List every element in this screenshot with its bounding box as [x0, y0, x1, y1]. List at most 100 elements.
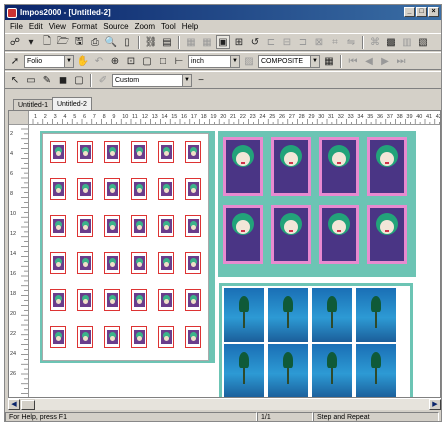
ocean-tile[interactable] — [312, 344, 352, 397]
menu-zoom[interactable]: Zoom — [132, 22, 158, 31]
thumbnail-cell[interactable] — [185, 289, 201, 311]
sheet-ocean-tiles[interactable] — [219, 283, 413, 397]
scroll-left-icon[interactable]: ◀ — [8, 399, 20, 410]
separations-icon[interactable]: ▦ — [322, 54, 336, 68]
chevron-down-icon[interactable]: ▼ — [310, 55, 319, 67]
poster-tile[interactable] — [223, 137, 263, 196]
step-repeat-icon[interactable]: ▣ — [216, 35, 230, 49]
thumbnail-cell[interactable] — [131, 178, 147, 200]
thumbnail-cell[interactable] — [131, 289, 147, 311]
thumbnail-cell[interactable] — [158, 252, 174, 274]
poster-tile[interactable] — [319, 205, 359, 264]
menu-view[interactable]: View — [46, 22, 69, 31]
flip-icon[interactable]: ⇋ — [344, 35, 358, 49]
thumbnail-cell[interactable] — [158, 215, 174, 237]
thumbnail-cell[interactable] — [185, 178, 201, 200]
thumbnail-cell[interactable] — [77, 252, 93, 274]
page-icon[interactable]: ▯ — [120, 35, 134, 49]
minimize-button[interactable]: _ — [404, 7, 415, 17]
align-left-icon[interactable]: ⊏ — [264, 35, 278, 49]
text-tool-icon[interactable]: ▭ — [24, 73, 38, 87]
link-icon[interactable]: ⛓ — [144, 35, 158, 49]
menu-edit[interactable]: Edit — [26, 22, 46, 31]
thumbnail-cell[interactable] — [104, 289, 120, 311]
rotate-icon[interactable]: ↺ — [248, 35, 262, 49]
frame-outline-icon[interactable]: □ — [156, 54, 170, 68]
sheet-posters[interactable] — [218, 131, 416, 277]
thumbnail-cell[interactable] — [158, 141, 174, 163]
layout-select[interactable]: Folio ▼ — [24, 54, 74, 68]
layout-icon[interactable]: ⊞ — [232, 35, 246, 49]
thumbnail-cell[interactable] — [131, 215, 147, 237]
color-mode-select[interactable]: COMPOSITE ▼ — [258, 54, 320, 68]
scroll-track[interactable] — [35, 399, 429, 410]
color-icon[interactable]: ▨ — [242, 54, 256, 68]
thumbnail-cell[interactable] — [158, 178, 174, 200]
poster-tile[interactable] — [223, 205, 263, 264]
ocean-tile[interactable] — [356, 288, 396, 342]
arrow-pointer-icon[interactable]: ➚ — [8, 54, 22, 68]
tab-untitled-2[interactable]: Untitled-2 — [51, 97, 92, 110]
thumbnail-cell[interactable] — [185, 252, 201, 274]
crop-icon[interactable]: ⌗ — [328, 35, 342, 49]
thumbnail-cell[interactable] — [50, 252, 66, 274]
chevron-down-icon[interactable]: ▼ — [230, 55, 239, 67]
frame-icon[interactable]: ▢ — [140, 54, 154, 68]
grid-b-icon[interactable]: ▦ — [200, 35, 214, 49]
thumbnail-cell[interactable] — [77, 215, 93, 237]
thumbnail-cell[interactable] — [104, 141, 120, 163]
chevron-down-icon[interactable]: ▼ — [64, 55, 73, 67]
next-page-icon[interactable]: ▶ — [378, 54, 392, 68]
thumbnail-cell[interactable] — [185, 326, 201, 348]
scroll-thumb[interactable] — [21, 399, 35, 410]
style-select[interactable]: Custom ▼ — [112, 73, 192, 87]
grid-a-icon[interactable]: ▦ — [184, 35, 198, 49]
thumbnail-cell[interactable] — [131, 252, 147, 274]
rectangle-tool-icon[interactable]: ▢ — [72, 73, 86, 87]
minus-icon[interactable]: − — [194, 73, 208, 87]
undo-icon[interactable]: ↶ — [92, 54, 106, 68]
menu-format[interactable]: Format — [69, 22, 100, 31]
document-icon[interactable]: ▤ — [160, 35, 174, 49]
thumbnail-cell[interactable] — [131, 326, 147, 348]
pointer-icon[interactable]: ☍ — [8, 35, 22, 49]
unit-select[interactable]: inch ▼ — [188, 54, 240, 68]
thumbnail-cell[interactable] — [77, 178, 93, 200]
layers-icon[interactable]: ▩ — [384, 35, 398, 49]
horizontal-scrollbar[interactable]: ◀ ▶ — [8, 398, 441, 410]
select-tool-icon[interactable]: ↖ — [8, 73, 22, 87]
thumbnail-cell[interactable] — [104, 252, 120, 274]
menu-file[interactable]: File — [7, 22, 26, 31]
poster-tile[interactable] — [271, 205, 311, 264]
thumbnail-cell[interactable] — [158, 289, 174, 311]
zoom-icon[interactable]: ⊕ — [108, 54, 122, 68]
thumbnail-cell[interactable] — [104, 326, 120, 348]
print-preview-icon[interactable]: 🔍 — [104, 35, 118, 49]
sheet-small-thumbnails[interactable] — [40, 131, 215, 363]
ocean-tile[interactable] — [268, 344, 308, 397]
distribute-icon[interactable]: ⊠ — [312, 35, 326, 49]
thumbnail-cell[interactable] — [104, 215, 120, 237]
pen-icon[interactable]: ✐ — [96, 73, 110, 87]
thumbnail-cell[interactable] — [50, 289, 66, 311]
thumbnail-cell[interactable] — [185, 215, 201, 237]
align-center-icon[interactable]: ⊟ — [280, 35, 294, 49]
align-right-icon[interactable]: ⊐ — [296, 35, 310, 49]
marker-tool-icon[interactable]: ✎ — [40, 73, 54, 87]
thumbnail-cell[interactable] — [77, 326, 93, 348]
thumbnail-cell[interactable] — [50, 215, 66, 237]
menu-source[interactable]: Source — [100, 22, 131, 31]
mark-icon[interactable]: ⌘ — [368, 35, 382, 49]
thumbnail-cell[interactable] — [104, 178, 120, 200]
ocean-tile[interactable] — [312, 288, 352, 342]
new-file-icon[interactable]: 🗋 — [40, 35, 54, 49]
print-icon[interactable]: ⎙ — [88, 35, 102, 49]
thumbnail-cell[interactable] — [131, 141, 147, 163]
thumbnail-cell[interactable] — [77, 141, 93, 163]
poster-tile[interactable] — [271, 137, 311, 196]
ocean-tile[interactable] — [356, 344, 396, 397]
menu-help[interactable]: Help — [179, 22, 201, 31]
poster-tile[interactable] — [367, 137, 407, 196]
measure-icon[interactable]: ⊢ — [172, 54, 186, 68]
dropdown-arrow-icon[interactable]: ▾ — [24, 35, 38, 49]
